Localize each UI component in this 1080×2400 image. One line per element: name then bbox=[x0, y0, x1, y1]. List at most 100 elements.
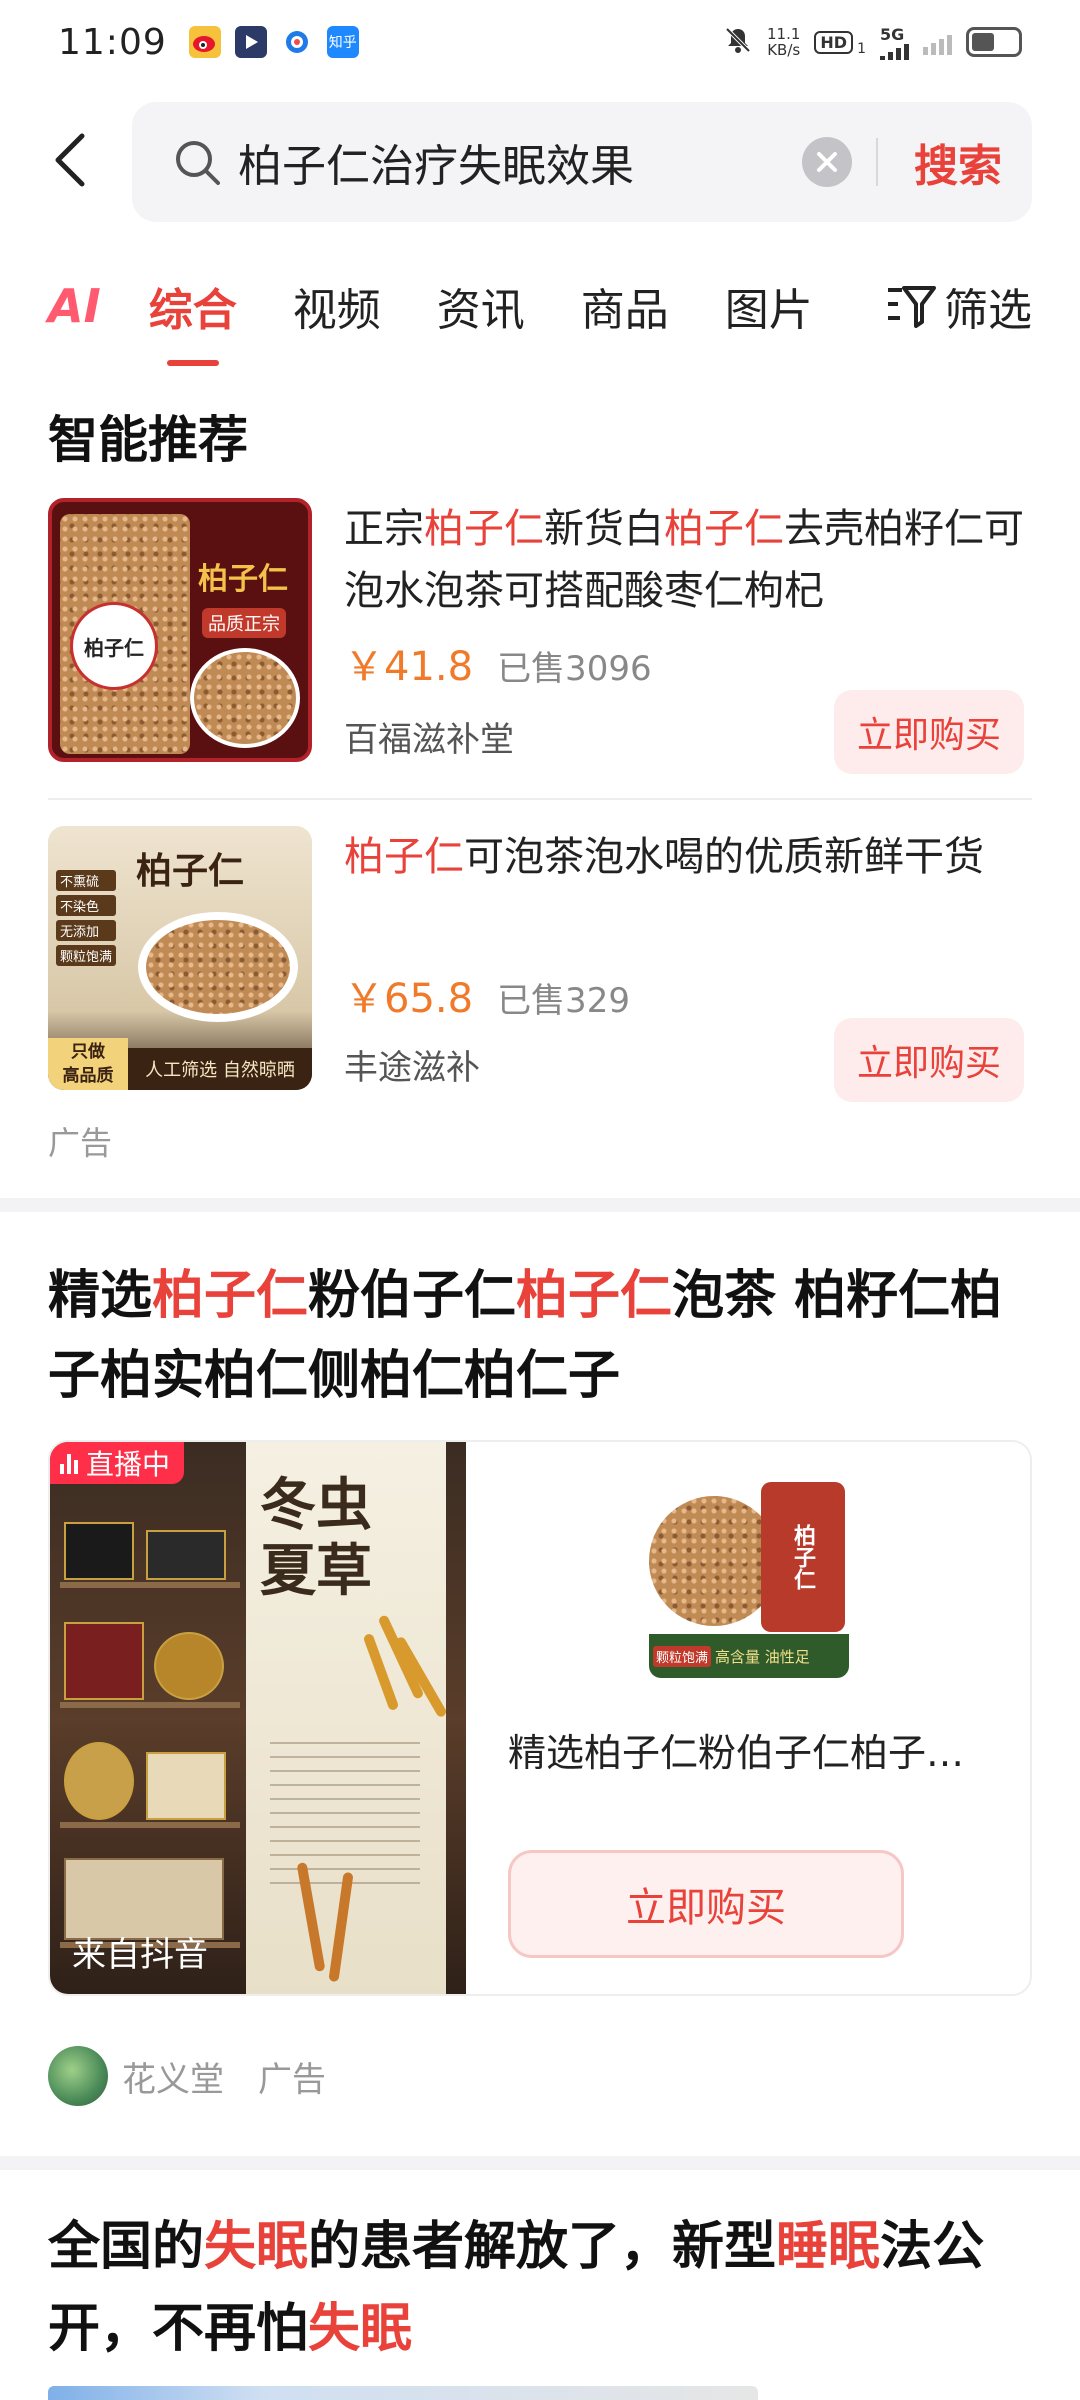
tab-goods[interactable]: 商品 bbox=[581, 274, 669, 338]
status-app-icons: 知乎 bbox=[188, 26, 359, 58]
title-highlight: 失眠 bbox=[204, 2217, 309, 2277]
title-highlight: 柏子仁 bbox=[344, 834, 464, 880]
section-separator bbox=[0, 2156, 1080, 2170]
product-card[interactable]: 柏子仁 不熏硫 不染色 无添加 颗粒饱满 只做 高品质 人工筛选 自然晾晒 柏子… bbox=[48, 826, 1032, 1102]
tab-news[interactable]: 资讯 bbox=[437, 274, 525, 338]
source-label: 来自抖音 bbox=[72, 1935, 208, 1975]
network-speed: 11.1 KB/s bbox=[767, 26, 800, 58]
product-sold-count: 已售3096 bbox=[497, 649, 652, 689]
speed-unit: KB/s bbox=[767, 41, 801, 59]
signal-icon bbox=[880, 43, 909, 60]
product-card[interactable]: 柏子仁 柏子仁 品质正宗 正宗柏子仁新货白柏子仁去壳柏籽仁可泡水泡茶可搭配酸枣仁… bbox=[48, 498, 1032, 774]
image-tag-list: 不熏硫 不染色 无添加 颗粒饱满 bbox=[56, 870, 117, 966]
product-title[interactable]: 正宗柏子仁新货白柏子仁去壳柏籽仁可泡水泡茶可搭配酸枣仁枸杞 bbox=[344, 498, 1032, 622]
shop-avatar[interactable] bbox=[48, 2046, 108, 2106]
hd-sub: 1 bbox=[857, 41, 866, 57]
featured-product: 柏子仁 颗粒饱满 高含量 油性足 精选柏子仁粉伯子仁柏子仁泡茶柏籽仁 立即购买 bbox=[466, 1442, 1030, 1994]
section-title-recommend: 智能推荐 bbox=[48, 411, 248, 469]
battery-icon bbox=[966, 27, 1022, 57]
shop-name[interactable]: 花义堂 bbox=[122, 2052, 224, 2101]
shop-name[interactable]: 百福滋补堂 bbox=[344, 712, 514, 761]
filter-button[interactable]: 筛选 bbox=[886, 274, 1032, 338]
live-video-thumbnail[interactable]: 冬虫夏草 直播中 来自抖音 bbox=[50, 1442, 466, 1994]
tab-all[interactable]: 综合 bbox=[149, 274, 237, 366]
image-footer-left: 只做 高品质 bbox=[48, 1038, 128, 1090]
poster-body-text bbox=[270, 1742, 420, 1892]
title-highlight: 柏子仁 bbox=[516, 1266, 673, 1326]
image-tag: 颗粒饱满 bbox=[56, 945, 117, 966]
title-text: 粉伯子仁 bbox=[308, 1266, 517, 1326]
clear-button[interactable] bbox=[802, 137, 852, 187]
status-time: 11:09 bbox=[58, 21, 167, 63]
title-highlight: 柏子仁 bbox=[424, 506, 544, 552]
search-icon bbox=[176, 141, 220, 185]
search-divider bbox=[876, 138, 878, 186]
tab-ai[interactable]: AI bbox=[48, 279, 101, 333]
back-button[interactable] bbox=[40, 130, 100, 190]
tab-images[interactable]: 图片 bbox=[725, 274, 817, 338]
hd-badge: HD bbox=[814, 30, 854, 54]
close-icon bbox=[817, 152, 837, 172]
mute-icon bbox=[723, 25, 753, 60]
video-app-icon bbox=[234, 26, 267, 58]
weibo-icon bbox=[188, 26, 221, 58]
ad-label: 广告 bbox=[258, 2059, 326, 2100]
jar-label-circle: 柏子仁 bbox=[70, 602, 158, 690]
poster-text: 冬虫夏草 bbox=[260, 1472, 372, 1604]
search-row: 柏子仁治疗失眠效果 搜索 bbox=[0, 100, 1080, 224]
poster-graphic: 冬虫夏草 bbox=[246, 1442, 448, 1994]
buy-now-button[interactable]: 立即购买 bbox=[834, 1018, 1024, 1102]
product-info: 正宗柏子仁新货白柏子仁去壳柏籽仁可泡水泡茶可搭配酸枣仁枸杞 ￥41.8 已售30… bbox=[344, 498, 1032, 774]
signal-icon-2 bbox=[923, 29, 952, 55]
section-separator bbox=[0, 1198, 1080, 1212]
image-tag: 无添加 bbox=[56, 920, 117, 941]
title-text: 全国的 bbox=[48, 2217, 205, 2277]
search-box[interactable]: 柏子仁治疗失眠效果 搜索 bbox=[132, 102, 1032, 222]
seed-bowl bbox=[138, 912, 298, 1022]
article-image-top bbox=[48, 2386, 758, 2400]
product-title[interactable]: 柏子仁可泡茶泡水喝的优质新鲜干货 bbox=[344, 826, 1032, 888]
shelf-graphic bbox=[50, 1502, 250, 1994]
title-text: 的患者解放了，新型 bbox=[308, 2217, 777, 2277]
jar-label-text: 柏子仁 bbox=[84, 635, 144, 660]
speed-value: 11.1 bbox=[767, 25, 801, 43]
buy-now-button[interactable]: 立即购买 bbox=[834, 690, 1024, 774]
product-image[interactable]: 柏子仁 柏子仁 品质正宗 bbox=[48, 498, 312, 762]
product-image[interactable]: 柏子仁 不熏硫 不染色 无添加 颗粒饱满 只做 高品质 人工筛选 自然晾晒 bbox=[48, 826, 312, 1090]
title-highlight: 睡眠 bbox=[776, 2217, 881, 2277]
tab-video[interactable]: 视频 bbox=[293, 274, 381, 338]
filter-icon bbox=[888, 286, 936, 328]
featured-product-name[interactable]: 精选柏子仁粉伯子仁柏子仁泡茶柏籽仁 bbox=[508, 1722, 992, 1777]
product-price: ￥41.8 bbox=[344, 644, 474, 690]
shop-row: 花义堂 广告 bbox=[48, 2046, 326, 2106]
live-badge: 直播中 bbox=[50, 1442, 185, 1484]
live-label: 直播中 bbox=[86, 1448, 171, 1481]
image-tag: 不熏硫 bbox=[56, 870, 117, 891]
ad-label: 广告 bbox=[48, 1124, 113, 1162]
title-text: 精选 bbox=[48, 1266, 153, 1326]
filter-label: 筛选 bbox=[944, 285, 1032, 336]
search-button[interactable]: 搜索 bbox=[914, 130, 1002, 194]
search-input[interactable]: 柏子仁治疗失眠效果 bbox=[238, 130, 802, 194]
seed-pile bbox=[649, 1496, 779, 1626]
product-image-title: 柏子仁 bbox=[198, 562, 288, 597]
featured-card[interactable]: 冬虫夏草 直播中 来自抖音 柏子仁 颗粒饱满 高含量 油性足 精选柏子仁粉伯子仁… bbox=[48, 1440, 1032, 1996]
live-icon bbox=[60, 1452, 78, 1474]
image-footer: 颗粒饱满 高含量 油性足 bbox=[649, 1634, 849, 1678]
price-row: ￥65.8 已售329 bbox=[344, 966, 630, 1024]
product-price: ￥65.8 bbox=[344, 976, 474, 1022]
shop-name[interactable]: 丰途滋补 bbox=[344, 1040, 480, 1089]
article-title[interactable]: 全国的失眠的患者解放了，新型睡眠法公开，不再怕失眠 bbox=[48, 2206, 1038, 2370]
product-info: 柏子仁可泡茶泡水喝的优质新鲜干货 ￥65.8 已售329 丰途滋补 立即购买 bbox=[344, 826, 1032, 1102]
featured-product-image[interactable]: 柏子仁 颗粒饱满 高含量 油性足 bbox=[649, 1478, 849, 1678]
title-highlight: 失眠 bbox=[308, 2299, 413, 2359]
price-row: ￥41.8 已售3096 bbox=[344, 634, 652, 692]
back-arrow-icon bbox=[55, 133, 85, 187]
product-image-title: 柏子仁 bbox=[136, 850, 245, 892]
buy-now-button[interactable]: 立即购买 bbox=[508, 1850, 904, 1958]
divider bbox=[48, 798, 1032, 800]
title-text: 可泡茶泡水喝的优质新鲜干货 bbox=[464, 834, 984, 880]
browser-icon bbox=[280, 26, 313, 58]
featured-title[interactable]: 精选柏子仁粉伯子仁柏子仁泡茶 柏籽仁柏子柏实柏仁侧柏仁柏仁子 bbox=[48, 1256, 1038, 1416]
status-bar: 11:09 知乎 11.1 KB/s HD 1 5G bbox=[0, 0, 1080, 84]
